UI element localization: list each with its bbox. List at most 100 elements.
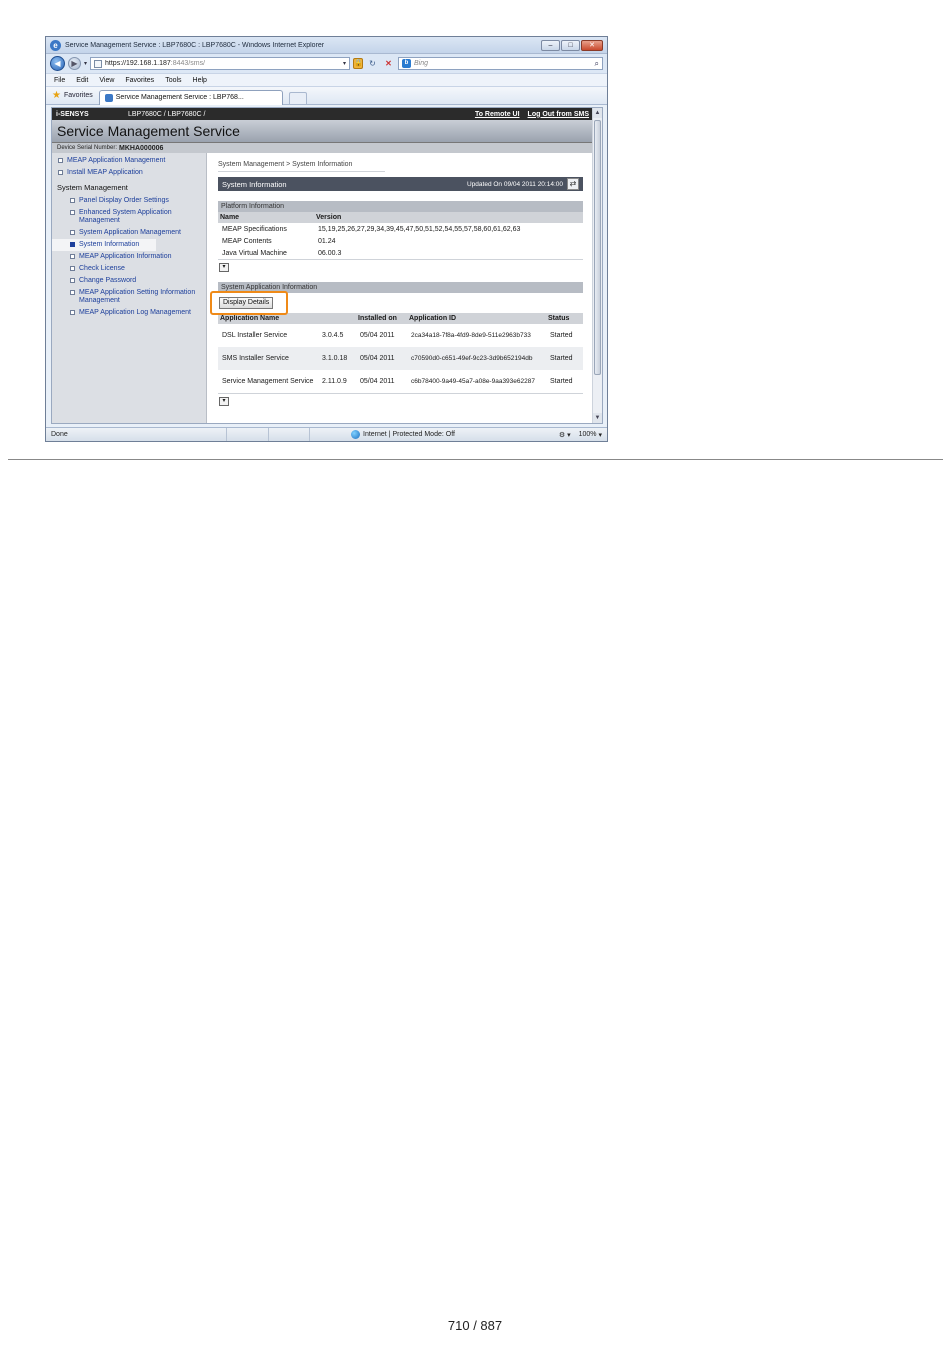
stop-icon[interactable]: ✕: [382, 57, 395, 70]
menu-help[interactable]: Help: [193, 77, 207, 84]
nav-label: MEAP Application Setting Information Man…: [79, 289, 196, 304]
favorites-star-icon[interactable]: ★: [52, 90, 61, 101]
table-row: DSL Installer Service 3.0.4.5 05/04 2011…: [218, 324, 583, 347]
security-zone[interactable]: Internet | Protected Mode: Off: [351, 430, 559, 439]
cell-name: MEAP Specifications: [222, 225, 287, 233]
cell-app-id: c70590d0-c651-49ef-9c23-3d9b652194db: [407, 347, 546, 370]
column-header-installed-on: Installed on: [356, 313, 407, 324]
scrollbar-thumb[interactable]: [594, 120, 601, 375]
expand-apps-icon[interactable]: ▾: [219, 397, 229, 406]
cell-name: MEAP Contents: [222, 237, 272, 245]
cell-status: Started: [546, 347, 583, 370]
nav-label: Change Password: [79, 277, 137, 284]
minimize-button[interactable]: –: [541, 39, 560, 51]
menu-tools[interactable]: Tools: [165, 77, 181, 84]
nav-install-meap-application[interactable]: Install MEAP Application: [52, 167, 206, 179]
table-row: MEAP Contents 01.24: [218, 235, 583, 247]
nav-meap-application-log-management[interactable]: MEAP Application Log Management: [52, 307, 206, 319]
column-header-name: Name: [218, 212, 314, 223]
zoom-dropdown-icon[interactable]: ▾: [597, 431, 602, 439]
brand-name: i-SENSYS: [56, 110, 89, 118]
menu-favorites[interactable]: Favorites: [125, 77, 154, 84]
main-content: System Management > System Information S…: [207, 153, 593, 423]
system-application-table: Application Name Installed on Applicatio…: [218, 313, 583, 393]
display-details-area: Display Details: [210, 291, 583, 315]
back-button[interactable]: ◀: [50, 56, 65, 71]
system-application-information-header: System Application Information: [218, 282, 583, 293]
address-dropdown-icon[interactable]: ▾: [343, 60, 346, 67]
maximize-button[interactable]: □: [561, 39, 580, 51]
address-field[interactable]: https://192.168.1.187:8443/sms/ ▾: [90, 57, 351, 70]
cell-version: 15,19,25,26,27,29,34,39,45,47,50,51,52,5…: [318, 225, 521, 233]
status-cells: [226, 428, 351, 441]
serial-label: Device Serial Number:: [57, 145, 118, 151]
status-bar: Done Internet | Protected Mode: Off ⚙ ▾ …: [46, 427, 607, 441]
nav-meap-application-management[interactable]: MEAP Application Management: [52, 155, 206, 167]
serial-bar: Device Serial Number: MKHA000006: [52, 143, 593, 153]
browser-tab[interactable]: Service Management Service : LBP768...: [98, 89, 283, 105]
bullet-icon: [70, 210, 75, 215]
section-title: System Information: [222, 179, 287, 189]
nav-meap-application-information[interactable]: MEAP Application Information: [52, 251, 206, 263]
menu-view[interactable]: View: [99, 77, 114, 84]
search-field[interactable]: b Bing ⌕: [398, 57, 603, 70]
nav-label: Panel Display Order Settings: [79, 197, 169, 204]
nav-system-information[interactable]: System Information: [52, 239, 156, 251]
scroll-up-icon[interactable]: ▲: [593, 108, 602, 118]
close-button[interactable]: ✕: [581, 39, 603, 51]
sms-top-bar: i-SENSYS LBP7680C / LBP7680C / To Remote…: [52, 108, 593, 120]
zoom-level[interactable]: 100%: [579, 431, 597, 438]
breadcrumb: System Management > System Information: [218, 161, 385, 172]
nav-label: MEAP Application Information: [79, 253, 172, 260]
tab-favicon-icon: [104, 93, 113, 102]
cell-name: Java Virtual Machine: [222, 249, 287, 257]
display-details-button[interactable]: Display Details: [219, 297, 274, 309]
nav-label: Check License: [79, 265, 125, 272]
history-dropdown-icon[interactable]: ▾: [84, 60, 87, 67]
cell-installed-on: 05/04 2011: [360, 377, 395, 385]
nav-panel-display-order-settings[interactable]: Panel Display Order Settings: [52, 195, 206, 207]
cell-app-version: 2.11.0.9: [322, 377, 347, 385]
nav-meap-application-setting-information-management[interactable]: MEAP Application Setting Information Man…: [52, 287, 206, 307]
nav-system-application-management[interactable]: System Application Management: [52, 227, 206, 239]
protected-mode-icon[interactable]: ⚙ ▾: [559, 431, 571, 439]
bullet-icon: [70, 310, 75, 315]
cell-installed-on: 05/04 2011: [356, 347, 407, 370]
forward-button[interactable]: ▶: [68, 57, 81, 70]
scroll-down-icon[interactable]: ▼: [593, 413, 602, 423]
sms-title: Service Management Service: [57, 123, 240, 139]
favorites-button[interactable]: Favorites: [64, 92, 93, 99]
page-favicon-icon: [94, 59, 103, 68]
nav-enhanced-system-application-management[interactable]: Enhanced System Application Management: [52, 207, 206, 227]
updated-timestamp: Updated On 09/04 2011 20:14:00: [466, 180, 563, 188]
cell-app-id: 2ca34a18-7f8a-4fd9-8de9-511e2963b733: [411, 331, 531, 339]
menu-edit[interactable]: Edit: [76, 77, 88, 84]
search-icon[interactable]: ⌕: [595, 59, 599, 69]
cell-installed-on: 05/04 2011: [360, 331, 395, 339]
zone-text: Internet | Protected Mode: Off: [363, 431, 455, 438]
nav-label: MEAP Application Log Management: [79, 309, 191, 316]
window-controls: – □ ✕: [541, 39, 603, 51]
new-tab-button[interactable]: [288, 91, 307, 105]
nav-change-password[interactable]: Change Password: [52, 275, 206, 287]
window-title: Service Management Service : LBP7680C : …: [65, 41, 325, 49]
status-text: Done: [51, 431, 68, 438]
log-out-link[interactable]: Log Out from SMS: [528, 111, 589, 118]
vertical-scrollbar[interactable]: ▲ ▼: [592, 108, 602, 423]
nav-check-license[interactable]: Check License: [52, 263, 206, 275]
refresh-button[interactable]: ⇄: [567, 178, 579, 190]
left-navigation: MEAP Application Management Install MEAP…: [52, 153, 207, 423]
cell-app-version: 3.1.0.18: [318, 347, 356, 370]
column-header-application-id: Application ID: [407, 313, 546, 324]
divider: [218, 259, 583, 260]
column-header-application-name: Application Name: [218, 313, 356, 324]
page-viewport: i-SENSYS LBP7680C / LBP7680C / To Remote…: [51, 107, 603, 424]
table-row: SMS Installer Service 3.1.0.18 05/04 201…: [218, 347, 583, 370]
lock-icon[interactable]: 🔒: [353, 58, 364, 69]
refresh-icon[interactable]: ↻: [366, 57, 379, 70]
menu-file[interactable]: File: [54, 77, 65, 84]
to-remote-ui-link[interactable]: To Remote UI: [475, 111, 520, 118]
page-divider: [8, 459, 943, 460]
expand-platform-icon[interactable]: ▾: [219, 263, 229, 272]
tab-title: Service Management Service : LBP768...: [115, 94, 244, 101]
